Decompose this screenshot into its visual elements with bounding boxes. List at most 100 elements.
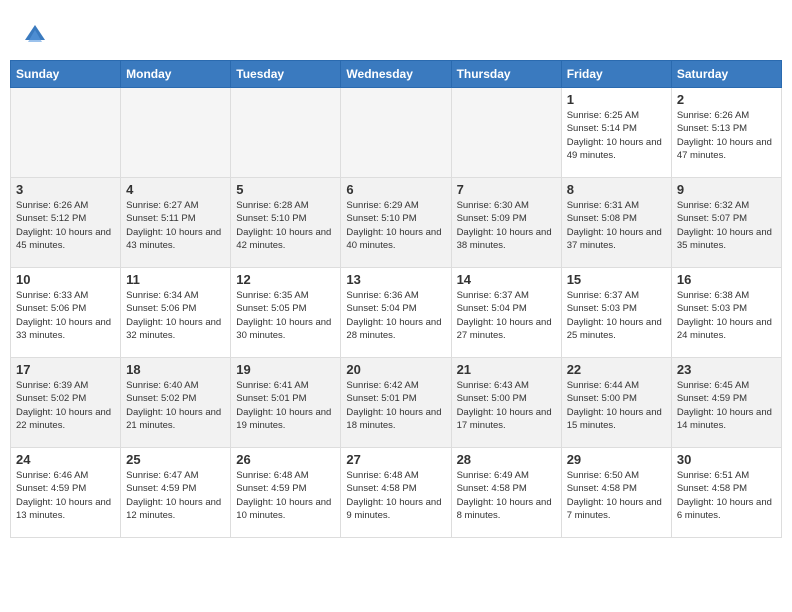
day-header-thursday: Thursday bbox=[451, 61, 561, 88]
calendar-day-cell: 15 Sunrise: 6:37 AM Sunset: 5:03 PM Dayli… bbox=[561, 268, 671, 358]
day-info: Sunrise: 6:48 AM Sunset: 4:58 PM Dayligh… bbox=[346, 469, 445, 522]
day-number: 21 bbox=[457, 362, 556, 377]
day-info: Sunrise: 6:40 AM Sunset: 5:02 PM Dayligh… bbox=[126, 379, 225, 432]
day-number: 19 bbox=[236, 362, 335, 377]
day-number: 3 bbox=[16, 182, 115, 197]
calendar-day-cell: 17 Sunrise: 6:39 AM Sunset: 5:02 PM Dayli… bbox=[11, 358, 121, 448]
day-info: Sunrise: 6:32 AM Sunset: 5:07 PM Dayligh… bbox=[677, 199, 776, 252]
calendar-day-cell: 9 Sunrise: 6:32 AM Sunset: 5:07 PM Daylig… bbox=[671, 178, 781, 268]
day-number: 2 bbox=[677, 92, 776, 107]
calendar-day-cell: 26 Sunrise: 6:48 AM Sunset: 4:59 PM Dayli… bbox=[231, 448, 341, 538]
day-header-friday: Friday bbox=[561, 61, 671, 88]
calendar-day-cell: 25Sunrise: 6:47 AM Sunset: 4:59 PM Dayli… bbox=[121, 448, 231, 538]
day-info: Sunrise: 6:27 AM Sunset: 5:11 PM Dayligh… bbox=[126, 199, 225, 252]
calendar-day-cell: 28 Sunrise: 6:49 AM Sunset: 4:58 PM Dayli… bbox=[451, 448, 561, 538]
day-number: 24 bbox=[16, 452, 115, 467]
day-number: 8 bbox=[567, 182, 666, 197]
calendar-day-cell: 20 Sunrise: 6:42 AM Sunset: 5:01 PM Dayli… bbox=[341, 358, 451, 448]
day-header-monday: Monday bbox=[121, 61, 231, 88]
day-number: 30 bbox=[677, 452, 776, 467]
calendar-day-cell: 18Sunrise: 6:40 AM Sunset: 5:02 PM Dayli… bbox=[121, 358, 231, 448]
day-number: 22 bbox=[567, 362, 666, 377]
day-info: Sunrise: 6:50 AM Sunset: 4:58 PM Dayligh… bbox=[567, 469, 666, 522]
day-info: Sunrise: 6:41 AM Sunset: 5:01 PM Dayligh… bbox=[236, 379, 335, 432]
day-info: Sunrise: 6:38 AM Sunset: 5:03 PM Dayligh… bbox=[677, 289, 776, 342]
day-number: 20 bbox=[346, 362, 445, 377]
calendar-day-cell: 27 Sunrise: 6:48 AM Sunset: 4:58 PM Dayli… bbox=[341, 448, 451, 538]
day-number: 25 bbox=[126, 452, 225, 467]
calendar-week-row: 3Sunrise: 6:26 AM Sunset: 5:12 PM Daylig… bbox=[11, 178, 782, 268]
day-header-saturday: Saturday bbox=[671, 61, 781, 88]
day-number: 13 bbox=[346, 272, 445, 287]
day-header-tuesday: Tuesday bbox=[231, 61, 341, 88]
calendar-day-cell bbox=[341, 88, 451, 178]
day-info: Sunrise: 6:39 AM Sunset: 5:02 PM Dayligh… bbox=[16, 379, 115, 432]
calendar-day-cell: 7 Sunrise: 6:30 AM Sunset: 5:09 PM Daylig… bbox=[451, 178, 561, 268]
calendar-week-row: 17 Sunrise: 6:39 AM Sunset: 5:02 PM Dayli… bbox=[11, 358, 782, 448]
day-info: Sunrise: 6:48 AM Sunset: 4:59 PM Dayligh… bbox=[236, 469, 335, 522]
day-info: Sunrise: 6:51 AM Sunset: 4:58 PM Dayligh… bbox=[677, 469, 776, 522]
calendar-day-cell: 29 Sunrise: 6:50 AM Sunset: 4:58 PM Dayli… bbox=[561, 448, 671, 538]
calendar-header-row: SundayMondayTuesdayWednesdayThursdayFrid… bbox=[11, 61, 782, 88]
day-number: 17 bbox=[16, 362, 115, 377]
calendar-day-cell: 13 Sunrise: 6:36 AM Sunset: 5:04 PM Dayli… bbox=[341, 268, 451, 358]
calendar-day-cell: 19 Sunrise: 6:41 AM Sunset: 5:01 PM Dayli… bbox=[231, 358, 341, 448]
calendar-day-cell: 3Sunrise: 6:26 AM Sunset: 5:12 PM Daylig… bbox=[11, 178, 121, 268]
page-header bbox=[10, 10, 782, 55]
logo-icon bbox=[20, 20, 50, 50]
calendar-day-cell: 12Sunrise: 6:35 AM Sunset: 5:05 PM Dayli… bbox=[231, 268, 341, 358]
day-info: Sunrise: 6:34 AM Sunset: 5:06 PM Dayligh… bbox=[126, 289, 225, 342]
day-info: Sunrise: 6:36 AM Sunset: 5:04 PM Dayligh… bbox=[346, 289, 445, 342]
calendar-day-cell: 11 Sunrise: 6:34 AM Sunset: 5:06 PM Dayli… bbox=[121, 268, 231, 358]
day-number: 27 bbox=[346, 452, 445, 467]
calendar-day-cell: 2 Sunrise: 6:26 AM Sunset: 5:13 PM Daylig… bbox=[671, 88, 781, 178]
day-number: 11 bbox=[126, 272, 225, 287]
day-number: 16 bbox=[677, 272, 776, 287]
calendar-day-cell: 14Sunrise: 6:37 AM Sunset: 5:04 PM Dayli… bbox=[451, 268, 561, 358]
day-number: 15 bbox=[567, 272, 666, 287]
day-number: 23 bbox=[677, 362, 776, 377]
day-info: Sunrise: 6:45 AM Sunset: 4:59 PM Dayligh… bbox=[677, 379, 776, 432]
day-number: 10 bbox=[16, 272, 115, 287]
calendar-day-cell: 23 Sunrise: 6:45 AM Sunset: 4:59 PM Dayli… bbox=[671, 358, 781, 448]
day-info: Sunrise: 6:43 AM Sunset: 5:00 PM Dayligh… bbox=[457, 379, 556, 432]
calendar-day-cell bbox=[121, 88, 231, 178]
calendar-table: SundayMondayTuesdayWednesdayThursdayFrid… bbox=[10, 60, 782, 538]
day-info: Sunrise: 6:33 AM Sunset: 5:06 PM Dayligh… bbox=[16, 289, 115, 342]
calendar-day-cell: 10 Sunrise: 6:33 AM Sunset: 5:06 PM Dayli… bbox=[11, 268, 121, 358]
day-number: 1 bbox=[567, 92, 666, 107]
calendar-week-row: 10 Sunrise: 6:33 AM Sunset: 5:06 PM Dayli… bbox=[11, 268, 782, 358]
day-number: 28 bbox=[457, 452, 556, 467]
calendar-day-cell: 6 Sunrise: 6:29 AM Sunset: 5:10 PM Daylig… bbox=[341, 178, 451, 268]
calendar-day-cell bbox=[231, 88, 341, 178]
day-number: 6 bbox=[346, 182, 445, 197]
calendar-day-cell: 4 Sunrise: 6:27 AM Sunset: 5:11 PM Daylig… bbox=[121, 178, 231, 268]
day-info: Sunrise: 6:28 AM Sunset: 5:10 PM Dayligh… bbox=[236, 199, 335, 252]
day-number: 9 bbox=[677, 182, 776, 197]
logo bbox=[20, 20, 54, 50]
calendar-day-cell: 5Sunrise: 6:28 AM Sunset: 5:10 PM Daylig… bbox=[231, 178, 341, 268]
calendar-day-cell: 8Sunrise: 6:31 AM Sunset: 5:08 PM Daylig… bbox=[561, 178, 671, 268]
day-info: Sunrise: 6:44 AM Sunset: 5:00 PM Dayligh… bbox=[567, 379, 666, 432]
day-header-wednesday: Wednesday bbox=[341, 61, 451, 88]
calendar-week-row: 1 Sunrise: 6:25 AM Sunset: 5:14 PM Daylig… bbox=[11, 88, 782, 178]
calendar-day-cell: 1 Sunrise: 6:25 AM Sunset: 5:14 PM Daylig… bbox=[561, 88, 671, 178]
day-info: Sunrise: 6:30 AM Sunset: 5:09 PM Dayligh… bbox=[457, 199, 556, 252]
day-number: 29 bbox=[567, 452, 666, 467]
day-number: 4 bbox=[126, 182, 225, 197]
day-info: Sunrise: 6:49 AM Sunset: 4:58 PM Dayligh… bbox=[457, 469, 556, 522]
day-number: 12 bbox=[236, 272, 335, 287]
day-number: 7 bbox=[457, 182, 556, 197]
day-number: 26 bbox=[236, 452, 335, 467]
day-info: Sunrise: 6:29 AM Sunset: 5:10 PM Dayligh… bbox=[346, 199, 445, 252]
day-info: Sunrise: 6:46 AM Sunset: 4:59 PM Dayligh… bbox=[16, 469, 115, 522]
day-info: Sunrise: 6:37 AM Sunset: 5:03 PM Dayligh… bbox=[567, 289, 666, 342]
day-info: Sunrise: 6:26 AM Sunset: 5:13 PM Dayligh… bbox=[677, 109, 776, 162]
calendar-day-cell bbox=[451, 88, 561, 178]
day-info: Sunrise: 6:25 AM Sunset: 5:14 PM Dayligh… bbox=[567, 109, 666, 162]
day-info: Sunrise: 6:42 AM Sunset: 5:01 PM Dayligh… bbox=[346, 379, 445, 432]
day-number: 14 bbox=[457, 272, 556, 287]
calendar-week-row: 24 Sunrise: 6:46 AM Sunset: 4:59 PM Dayli… bbox=[11, 448, 782, 538]
calendar-day-cell: 22 Sunrise: 6:44 AM Sunset: 5:00 PM Dayli… bbox=[561, 358, 671, 448]
calendar-day-cell: 30 Sunrise: 6:51 AM Sunset: 4:58 PM Dayli… bbox=[671, 448, 781, 538]
